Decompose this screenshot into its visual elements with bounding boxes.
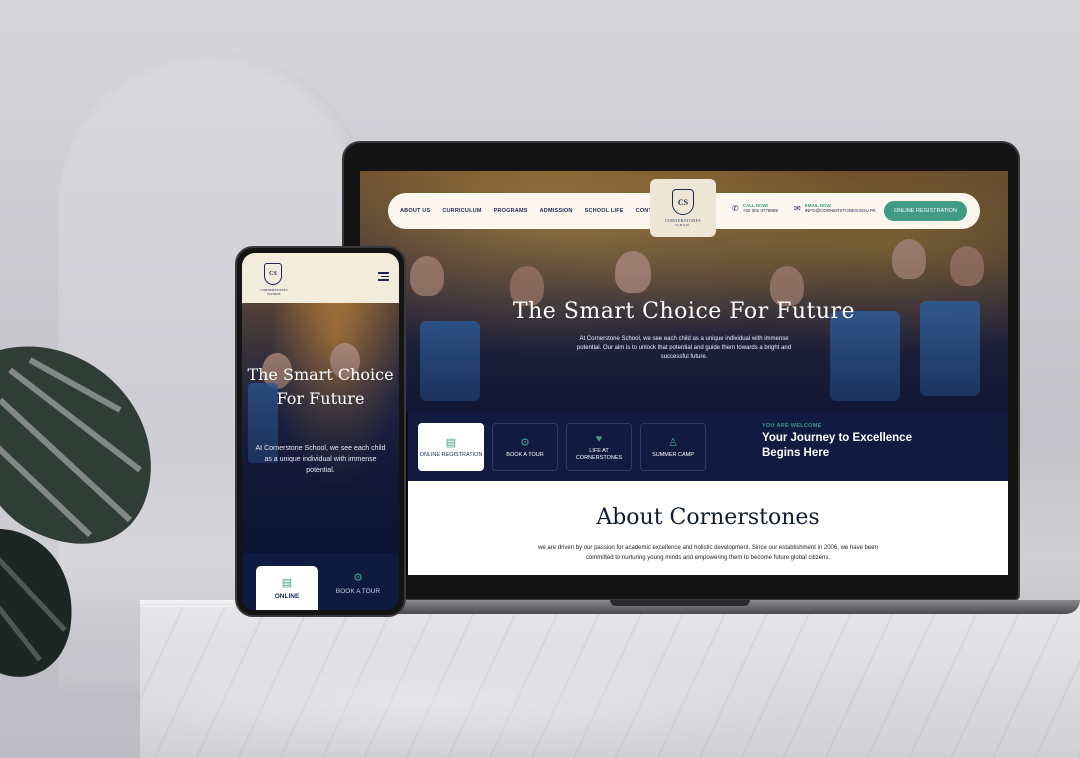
laptop-screen: ABOUT US CURRICULUM PROGRAMS ADMISSION S…	[360, 171, 1008, 575]
laptop-notch	[610, 600, 750, 606]
email-address: INFO@CORNERSTONES.EDU.PK	[804, 208, 876, 213]
cta-label: ONLINE REGISTRATION	[419, 451, 483, 458]
about-section: About Cornerstones we are driven by our …	[408, 481, 1008, 575]
phone-device: CS CORNERSTONES SCHOOL The Smart Choice …	[235, 246, 406, 617]
mobile-logo-name: CORNERSTONES SCHOOL	[260, 288, 288, 296]
cta-label: LIFE AT CORNERSTONES	[575, 447, 623, 461]
call-contact[interactable]: ✆ CALL NOW! +92 301 3778889	[732, 203, 778, 213]
nav-link-curriculum[interactable]: CURRICULUM	[442, 208, 481, 214]
cta-life-at-cornerstones[interactable]: ♥ LIFE AT CORNERSTONES	[566, 423, 632, 471]
mobile-hero-subtitle: At Cornerstone School, we see each child…	[255, 445, 386, 474]
document-icon: ▤	[445, 436, 457, 449]
group-icon: ⚙	[353, 572, 363, 584]
about-title: About Cornerstones	[596, 505, 820, 530]
nav-links: ABOUT US CURRICULUM PROGRAMS ADMISSION S…	[400, 208, 664, 214]
cta-summer-camp[interactable]: ♙ SUMMER CAMP	[640, 423, 706, 471]
email-contact[interactable]: ✉ EMAIL NOW INFO@CORNERSTONES.EDU.PK	[794, 203, 876, 213]
phone-screen: CS CORNERSTONES SCHOOL The Smart Choice …	[242, 253, 399, 610]
crest-icon: CS	[672, 189, 694, 215]
welcome-kicker: YOU ARE WELCOME	[762, 423, 822, 429]
nav-link-admission[interactable]: ADMISSION	[540, 208, 573, 214]
hero-title: The Smart Choice For Future	[512, 299, 856, 324]
call-number: +92 301 3778889	[742, 208, 778, 213]
people-icon: ♙	[668, 436, 678, 449]
document-icon: ▤	[281, 577, 293, 589]
about-body: we are driven by our passion for academi…	[538, 545, 878, 561]
crest-icon[interactable]: CS	[264, 263, 282, 285]
mobile-hero-title: The Smart Choice For Future	[247, 365, 394, 408]
laptop-device: ABOUT US CURRICULUM PROGRAMS ADMISSION S…	[342, 141, 1020, 601]
mobile-hero-overlay	[242, 303, 399, 553]
cta-online-registration[interactable]: ▤ ONLINE REGISTRATION	[418, 423, 484, 471]
nav-link-about-us[interactable]: ABOUT US	[400, 208, 430, 214]
hero-section: ABOUT US CURRICULUM PROGRAMS ADMISSION S…	[360, 171, 1008, 413]
cta-label: BOOK A TOUR	[335, 588, 381, 595]
cta-book-a-tour[interactable]: ⚙ BOOK A TOUR	[492, 423, 558, 471]
marble-plinth	[140, 606, 1080, 758]
online-registration-button[interactable]: ONLINE REGISTRATION	[884, 201, 967, 221]
school-logo[interactable]: CS CORNERSTONES SCHOOL	[650, 179, 716, 237]
mobile-hero	[242, 303, 399, 553]
hamburger-menu-icon[interactable]	[378, 272, 389, 283]
welcome-block: YOU ARE WELCOME Your Journey to Excellen…	[762, 423, 912, 461]
monstera-leaf	[0, 330, 170, 690]
welcome-title: Your Journey to Excellence Begins Here	[762, 432, 912, 459]
nav-link-programs[interactable]: PROGRAMS	[494, 208, 528, 214]
mobile-cta-online[interactable]: ▤ ONLINE	[256, 566, 318, 610]
phone-icon: ✆	[732, 203, 739, 213]
cta-band: ▤ ONLINE REGISTRATION ⚙ BOOK A TOUR ♥ LI…	[408, 413, 1008, 481]
heart-icon: ♥	[595, 432, 603, 445]
cta-label: ONLINE	[274, 593, 300, 600]
logo-subtitle: SCHOOL	[675, 223, 691, 227]
cta-label: SUMMER CAMP	[652, 451, 694, 458]
hero-subtitle: At Cornerstone School, we see each child…	[576, 336, 792, 360]
cta-label: BOOK A TOUR	[506, 451, 544, 458]
mobile-header: CS CORNERSTONES SCHOOL	[242, 253, 399, 303]
mail-icon: ✉	[794, 203, 801, 213]
nav-link-school-life[interactable]: SCHOOL LIFE	[585, 208, 624, 214]
group-icon: ⚙	[520, 436, 530, 449]
mobile-cta-book-tour[interactable]: ⚙ BOOK A TOUR	[328, 571, 388, 595]
